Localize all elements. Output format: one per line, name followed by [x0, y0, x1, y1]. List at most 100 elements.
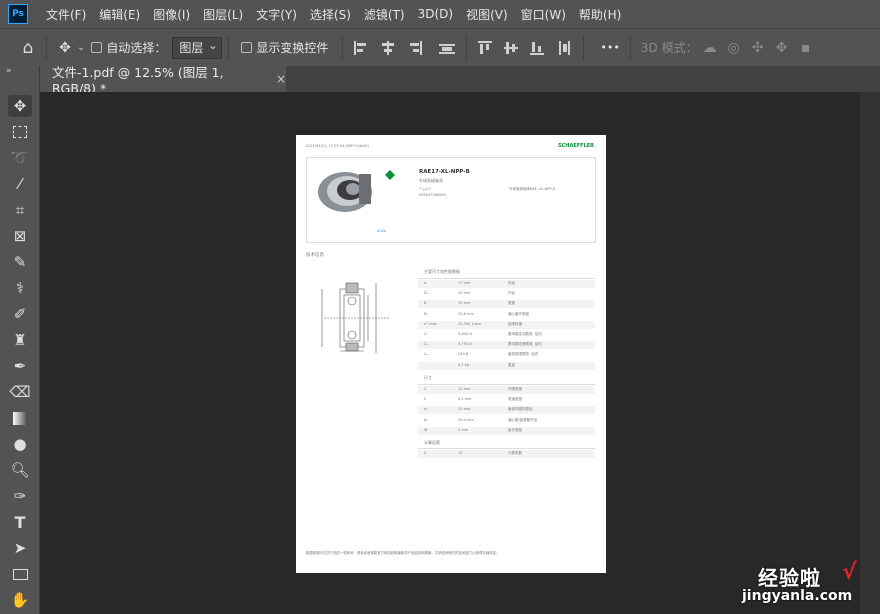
- menu-help[interactable]: 帮助(H): [579, 6, 621, 23]
- table-cell-symbol: C: [424, 387, 427, 391]
- vertical-scrollbar[interactable]: [860, 92, 880, 614]
- menu-edit[interactable]: 编辑(E): [99, 6, 140, 23]
- blur-icon[interactable]: ●: [8, 433, 32, 455]
- menu-image[interactable]: 图像(I): [153, 6, 190, 23]
- divider: [228, 34, 230, 61]
- table-cell-symbol: nᴳ max: [424, 321, 437, 326]
- table-cell-value: 4,750 N: [458, 342, 472, 347]
- 3d-pan-icon[interactable]: ✣: [746, 40, 770, 56]
- table-cell-desc: 基本额定静载荷, 径向: [508, 342, 542, 347]
- align-middle-icon[interactable]: [504, 41, 520, 55]
- table-cell-value: 3 mm: [458, 427, 469, 432]
- eraser-icon[interactable]: ⌫: [8, 381, 32, 403]
- divider: [466, 34, 468, 61]
- magic-wand-icon[interactable]: ⁄: [8, 173, 32, 195]
- show-transform-label: 显示变换控件: [256, 41, 329, 55]
- dodge-icon[interactable]: 🔍︎: [8, 459, 32, 481]
- menu-view[interactable]: 视图(V): [466, 6, 508, 23]
- order-number: 039047580000: [419, 193, 446, 197]
- chevron-down-icon[interactable]: ⌄: [77, 42, 85, 53]
- path-selection-icon[interactable]: ➤: [8, 537, 32, 559]
- table-cell-value: 20.6 mm: [458, 311, 474, 316]
- frame-icon[interactable]: ⊠: [8, 225, 32, 247]
- table-cell-desc: 扳手宽度: [508, 427, 522, 432]
- document-canvas[interactable]: 2021/04/21, 17:25:04 (GMT+08:00) SCHAEFF…: [296, 135, 606, 573]
- table-cell-desc: 宽度: [508, 301, 515, 306]
- hand-icon[interactable]: ✋: [8, 589, 32, 611]
- table-cell-desc: 外圈宽度: [508, 387, 522, 391]
- product-description: 外球面球轴承RAE..XL-NPP-B: [509, 187, 555, 191]
- align-top-icon[interactable]: [478, 40, 494, 55]
- collapse-panel-icon[interactable]: »: [6, 66, 12, 76]
- history-brush-icon[interactable]: ✒: [8, 355, 32, 377]
- clone-stamp-icon[interactable]: ♜: [8, 329, 32, 351]
- tech-section-title: 技术信息: [306, 253, 324, 258]
- healing-brush-icon[interactable]: ⚕: [8, 277, 32, 299]
- rectangular-marquee-icon[interactable]: [8, 121, 32, 143]
- brush-icon[interactable]: ✐: [8, 303, 32, 325]
- table-cell-symbol: Dₘ: [424, 291, 429, 296]
- home-icon[interactable]: ⌂: [16, 38, 40, 58]
- move-tool-preset-icon[interactable]: ✥: [53, 40, 77, 56]
- 3d-scale-icon[interactable]: ▪: [794, 40, 818, 56]
- table-cell-symbol: d₁: [424, 407, 428, 412]
- pen-icon[interactable]: ✑: [8, 485, 32, 507]
- table-cell-value: 26.4 mm: [458, 417, 474, 422]
- eyedropper-icon[interactable]: ✎: [8, 251, 32, 273]
- 3d-roll-icon[interactable]: ◎: [722, 40, 746, 56]
- photoshop-logo: Ps: [8, 4, 28, 24]
- schaeffler-logo: SCHAEFFLER: [558, 143, 595, 149]
- rectangle-shape-icon[interactable]: [8, 563, 32, 585]
- table-cell-desc: 偏心套/锁紧套外径: [508, 417, 538, 422]
- table-cell-desc: 肩部内圈的直径: [508, 407, 533, 412]
- move-tool-icon[interactable]: ✥: [8, 95, 32, 117]
- dropdown-value: 图层: [179, 41, 204, 55]
- watermark-url: jingyanla.com: [742, 588, 853, 604]
- align-center-icon[interactable]: [380, 40, 396, 55]
- menu-filter[interactable]: 滤镜(T): [364, 6, 405, 23]
- table-cell-symbol: Cᵤᵣ: [424, 352, 429, 357]
- table-row-bg: [418, 450, 595, 458]
- distribute-horizontal-icon[interactable]: [556, 40, 572, 55]
- table-cell-symbol: f₀: [424, 451, 427, 455]
- table-cell-symbol: B₁: [424, 311, 428, 316]
- align-right-icon[interactable]: [406, 40, 423, 55]
- type-tool-icon[interactable]: T: [8, 511, 32, 533]
- table2-title: 尺寸: [424, 375, 432, 380]
- more-options-button[interactable]: •••: [600, 41, 619, 54]
- menu-layer[interactable]: 图层(L): [203, 6, 243, 23]
- product-card: RAE17-XL-NPP-B 外球面球轴承 产品编号 039047580000 …: [306, 157, 596, 243]
- document-tab-bar: 文件-1.pdf @ 12.5% (图层 1, RGB/8) * ×: [40, 65, 880, 96]
- ina-logo-icon: [385, 170, 395, 180]
- crop-icon[interactable]: ⌗: [8, 199, 32, 221]
- table-cell-desc: 偏心套环宽度: [508, 311, 529, 316]
- auto-select-checkbox[interactable]: [91, 42, 103, 53]
- gradient-icon[interactable]: [8, 407, 32, 429]
- table-cell-symbol: d: [424, 281, 427, 285]
- table-cell-value: 19 mm: [458, 301, 471, 306]
- align-left-icon[interactable]: [354, 40, 370, 55]
- menu-select[interactable]: 选择(S): [310, 6, 351, 23]
- menu-type[interactable]: 文字(Y): [256, 6, 297, 23]
- document-tab[interactable]: 文件-1.pdf @ 12.5% (图层 1, RGB/8) * ×: [40, 65, 286, 96]
- show-transform-checkbox[interactable]: [241, 42, 253, 53]
- table-row-bg: [418, 300, 595, 309]
- menu-3d[interactable]: 3D(D): [418, 7, 453, 21]
- table-cell-desc: 基本额定动载荷, 径向: [508, 332, 542, 336]
- menu-file[interactable]: 文件(F): [46, 6, 86, 23]
- table-cell-value: 12 mm: [458, 387, 471, 391]
- menu-window[interactable]: 窗口(W): [521, 6, 566, 23]
- table-cell-desc: 计算系数: [508, 451, 522, 455]
- site-watermark: 经验啦 √ jingyanla.com: [730, 560, 870, 612]
- table-cell-desc: 外径: [508, 291, 515, 296]
- 3d-orbit-icon[interactable]: ☁: [698, 40, 722, 56]
- 3d-slide-icon[interactable]: ✥: [770, 40, 794, 56]
- table-row-bg: [418, 280, 595, 288]
- align-bottom-icon[interactable]: [530, 41, 546, 55]
- auto-select-label: 自动选择：: [106, 41, 167, 55]
- divider: [342, 34, 344, 61]
- distribute-vertical-icon[interactable]: [439, 41, 456, 55]
- lasso-icon[interactable]: ➰: [8, 147, 32, 169]
- auto-select-target-dropdown[interactable]: 图层: [172, 36, 223, 59]
- close-icon[interactable]: ×: [276, 72, 286, 86]
